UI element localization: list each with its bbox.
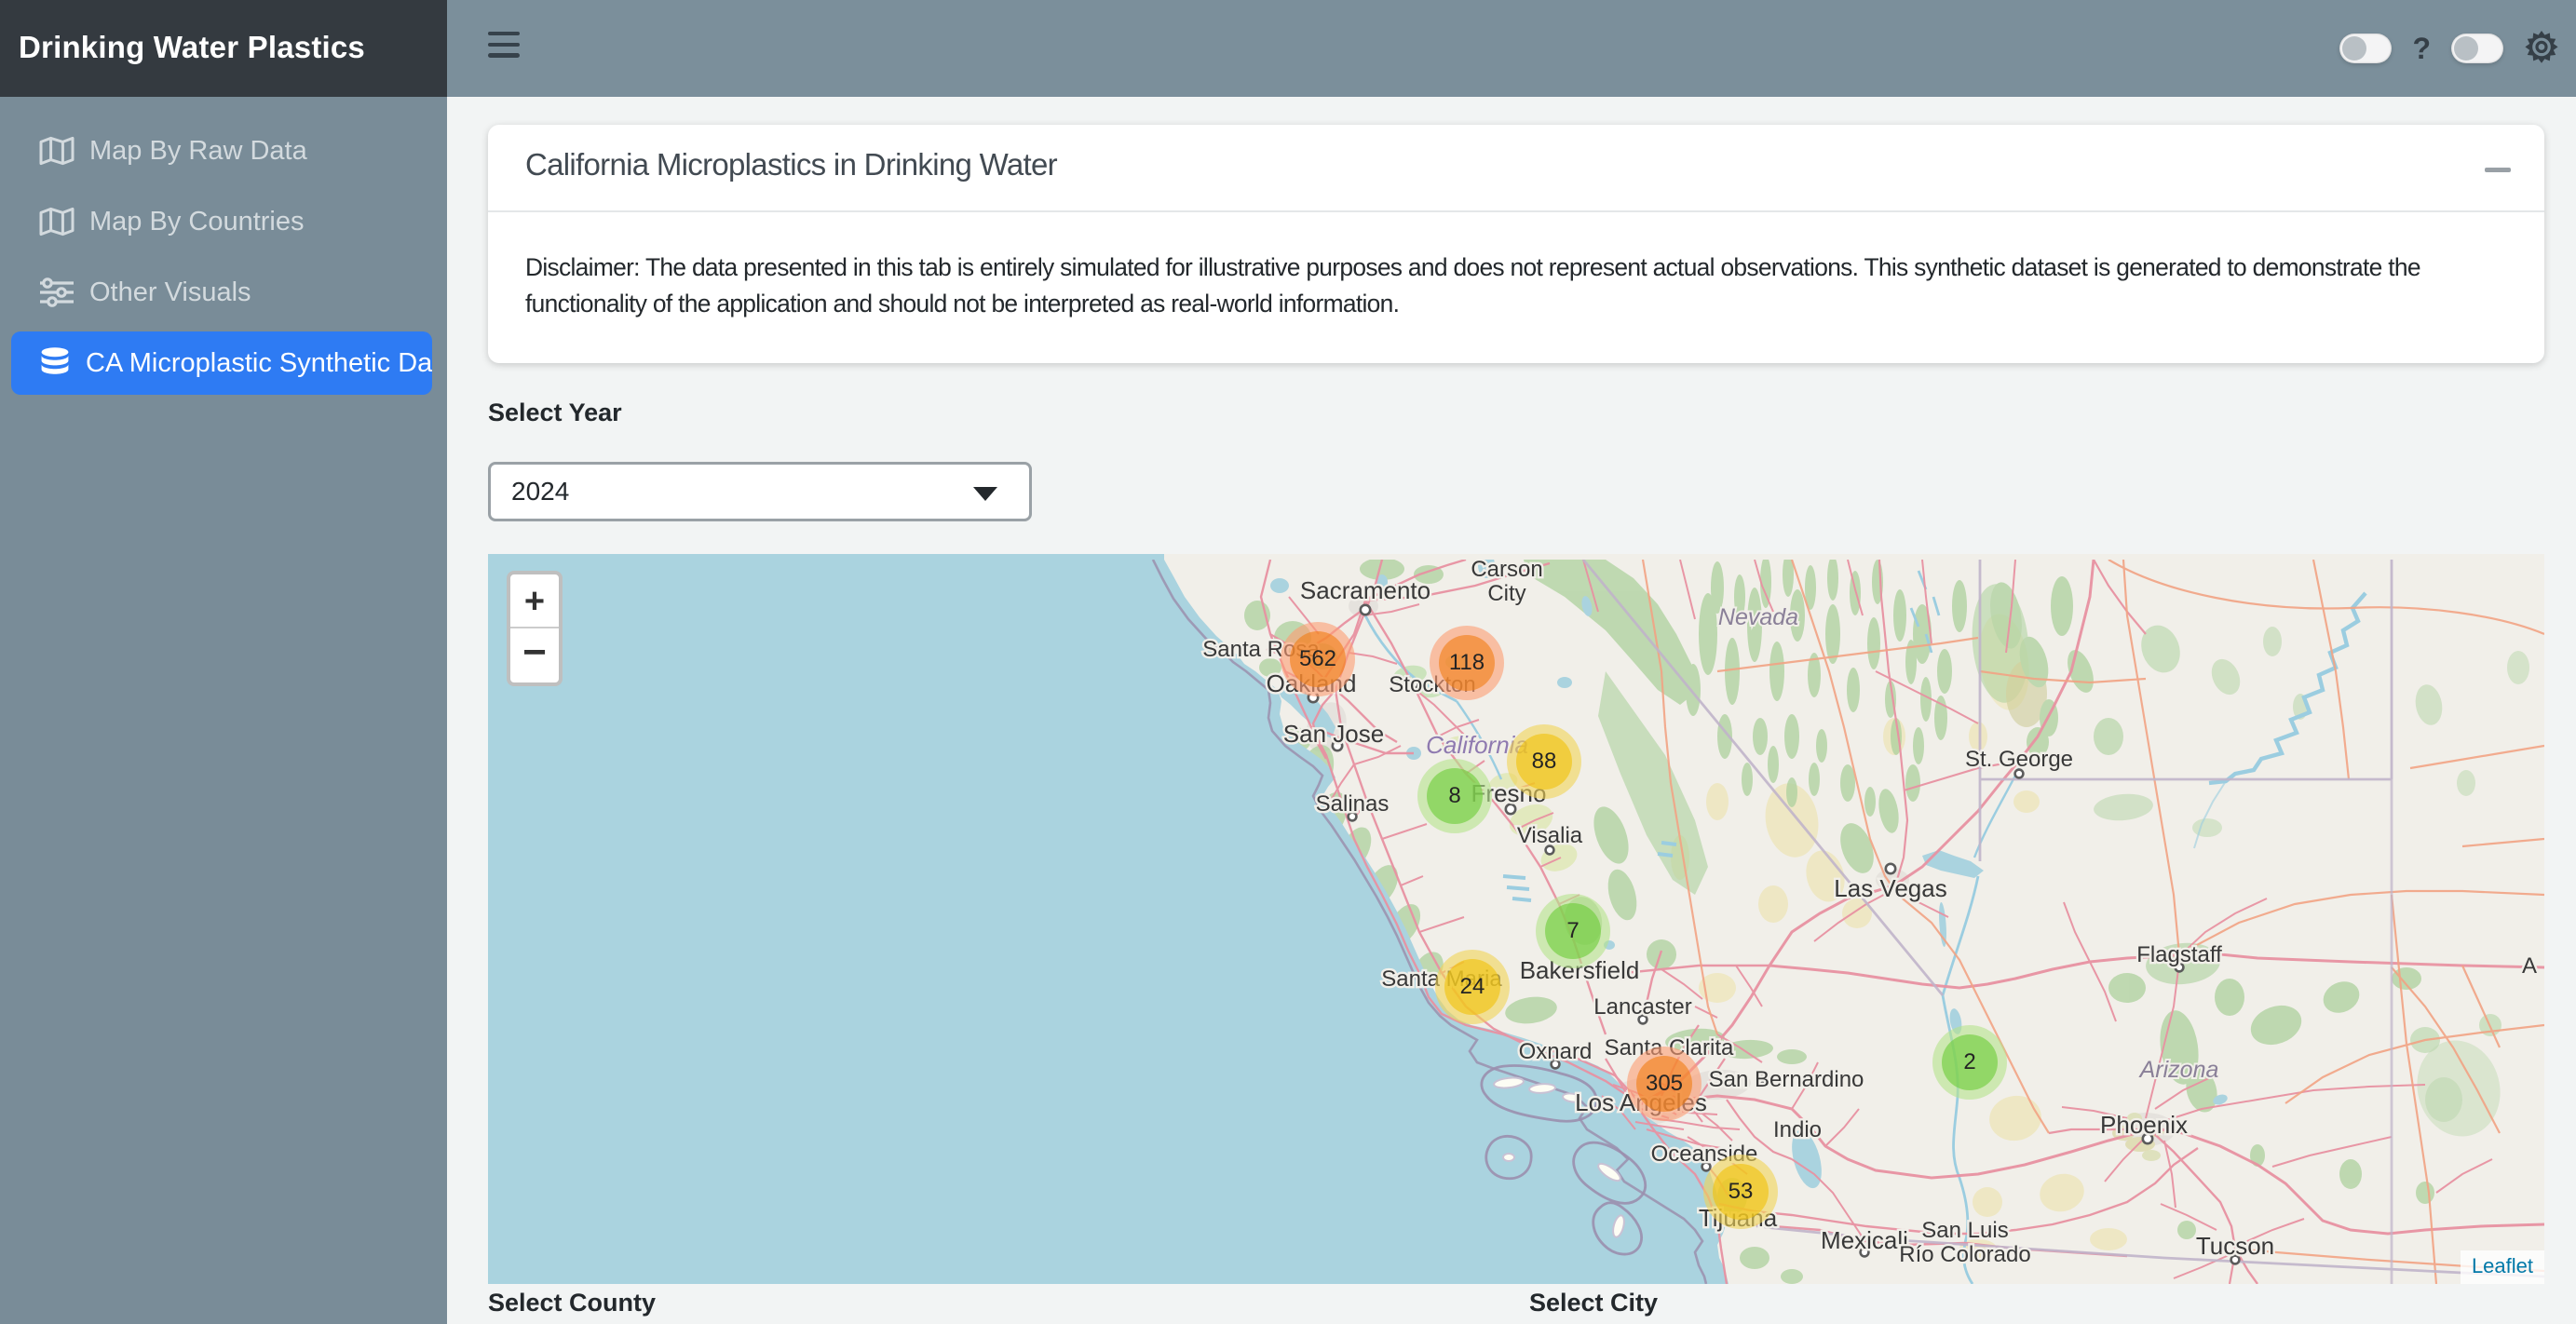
svg-text:Río Colorado: Río Colorado (1899, 1242, 2030, 1267)
svg-text:Arizona: Arizona (2138, 1057, 2219, 1083)
svg-text:Visalia: Visalia (1517, 823, 1583, 848)
svg-text:Flagstaff: Flagstaff (2136, 942, 2222, 967)
svg-text:San Bernardino: San Bernardino (1709, 1067, 1864, 1092)
svg-text:A: A (2522, 953, 2537, 979)
svg-text:St. George: St. George (1965, 747, 2073, 772)
svg-text:San Luis: San Luis (1921, 1218, 2008, 1243)
svg-text:Carson: Carson (1471, 560, 1542, 582)
svg-text:San Jose: San Jose (1283, 720, 1384, 748)
svg-text:Lancaster: Lancaster (1593, 994, 1691, 1020)
svg-text:Phoenix: Phoenix (2100, 1111, 2188, 1139)
svg-text:Salinas: Salinas (1316, 791, 1390, 817)
svg-text:Las Vegas: Las Vegas (1834, 874, 1946, 902)
svg-text:Oxnard: Oxnard (1519, 1039, 1593, 1064)
svg-text:Mexicali: Mexicali (1821, 1226, 1908, 1254)
svg-text:Nevada: Nevada (1718, 604, 1798, 630)
svg-text:Indio: Indio (1773, 1117, 1822, 1142)
svg-text:Sacramento: Sacramento (1300, 576, 1430, 604)
svg-text:Tucson: Tucson (2196, 1232, 2274, 1260)
svg-text:City: City (1487, 581, 1525, 606)
